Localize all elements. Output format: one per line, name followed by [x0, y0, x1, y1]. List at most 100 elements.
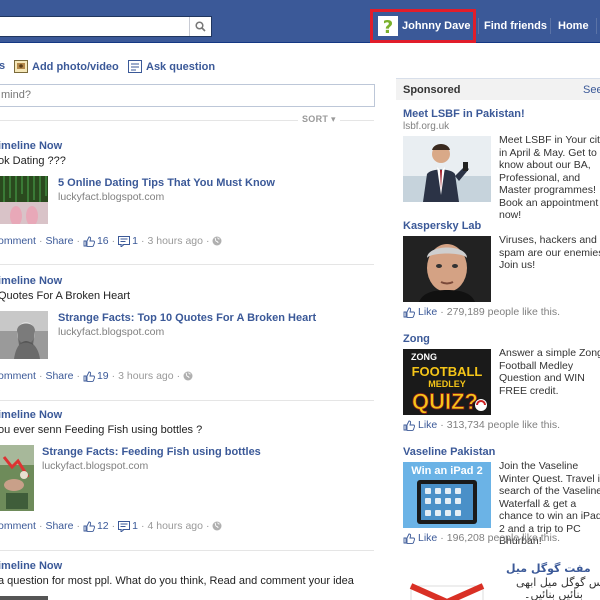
story-divider: [0, 264, 374, 265]
ask-question-tab[interactable]: Ask question: [128, 60, 215, 73]
find-friends-link[interactable]: Find friends: [484, 12, 547, 40]
comment-icon[interactable]: [118, 235, 131, 247]
story-link-title[interactable]: 5 Online Dating Tips That You Must Know: [58, 177, 275, 189]
football-text: FOOTBALL: [412, 364, 483, 379]
story-timestamp[interactable]: 4 hours ago: [148, 520, 203, 532]
ipad-promo-text: Win an iPad 2: [411, 465, 482, 477]
ad-image[interactable]: Win an iPad 2: [403, 462, 491, 528]
ask-question-label: Ask question: [146, 60, 216, 73]
ad-title[interactable]: Kaspersky Lab: [403, 220, 481, 232]
zong-logo-text: ZONG: [411, 352, 437, 362]
nav-divider: [550, 18, 551, 34]
status-placeholder: mind?: [1, 89, 31, 101]
comment-link[interactable]: omment: [0, 235, 36, 247]
story-link-title[interactable]: Strange Facts: Top 10 Quotes For A Broke…: [58, 312, 316, 324]
ad-like-link[interactable]: Like: [418, 306, 437, 318]
story-divider: [0, 550, 374, 551]
globe-icon: [212, 521, 222, 531]
globe-icon: [212, 236, 222, 246]
story-thumbnail[interactable]: [0, 176, 48, 224]
story-actions: omment · Share · 16 · 1 · 3 hours ago ·: [0, 235, 222, 247]
like-count[interactable]: 12: [97, 520, 109, 532]
story-timestamp[interactable]: 3 hours ago: [148, 235, 203, 247]
ad-image[interactable]: [403, 136, 491, 202]
medley-text: MEDLEY: [428, 379, 466, 389]
thumbs-up-icon[interactable]: [403, 533, 415, 544]
comment-count[interactable]: 1: [132, 520, 138, 532]
ad-like-row: Like · 279,189 people like this.: [403, 306, 560, 318]
search-button[interactable]: [189, 17, 211, 36]
thumbs-up-icon[interactable]: [403, 307, 415, 318]
status-tab[interactable]: s: [0, 60, 5, 72]
ad-image[interactable]: ZONG FOOTBALL MEDLEY QUIZ?: [403, 349, 491, 415]
sponsored-title: Sponsored: [403, 84, 461, 96]
ad-text: Meet LSBF in Your city in April & May. G…: [499, 134, 600, 221]
thumbs-up-icon[interactable]: [403, 420, 415, 431]
question-icon: [128, 60, 142, 73]
story-actions: omment · Share · 12 · 1 · 4 hours ago ·: [0, 520, 222, 532]
thumbs-up-icon[interactable]: [83, 371, 95, 382]
see-all-link[interactable]: See: [583, 84, 600, 96]
ad-text: Viruses, hackers and spam are our enemie…: [499, 234, 600, 271]
story-link-title[interactable]: Strange Facts: Feeding Fish using bottle…: [42, 446, 261, 458]
ad-title[interactable]: Zong: [403, 333, 430, 345]
sponsored-header: Sponsored See: [396, 78, 600, 100]
comment-icon[interactable]: [118, 520, 131, 532]
story-title[interactable]: imeline Now: [0, 275, 62, 287]
status-input[interactable]: mind?: [0, 84, 375, 107]
story-text: ok Dating ???: [0, 155, 66, 167]
photo-icon: [14, 60, 28, 73]
search-icon: [195, 21, 206, 32]
story-divider: [0, 400, 374, 401]
story-text: ou ever senn Feeding Fish using bottles …: [0, 424, 203, 436]
add-photo-label: Add photo/video: [32, 60, 119, 73]
ad-image[interactable]: [403, 236, 491, 302]
story-thumbnail[interactable]: [0, 311, 48, 359]
share-link[interactable]: Share: [45, 520, 73, 532]
story-link-domain: luckyfact.blogspot.com: [58, 326, 165, 338]
story-text: a question for most ppl. What do you thi…: [0, 575, 354, 587]
ad-like-count: 196,208 people like this.: [446, 532, 561, 544]
ad-title[interactable]: مفت گوگل میل: [506, 562, 591, 575]
ad-text-line: بنائیں بنائیں۔: [524, 588, 583, 600]
nav-divider: [478, 18, 479, 34]
thumbs-up-icon[interactable]: [83, 521, 95, 532]
nav-divider: [596, 18, 597, 34]
search-input[interactable]: [0, 16, 212, 37]
sort-label: SORT: [302, 114, 329, 124]
ad-like-link[interactable]: Like: [418, 532, 437, 544]
profile-highlight-box: [370, 9, 476, 43]
ad-text: Answer a simple Zong Football Medley Que…: [499, 347, 600, 397]
comment-count[interactable]: 1: [132, 235, 138, 247]
ad-like-link[interactable]: Like: [418, 419, 437, 431]
story-title[interactable]: imeline Now: [0, 560, 62, 572]
gmail-icon[interactable]: [403, 582, 491, 600]
home-link[interactable]: Home: [558, 12, 589, 40]
ad-domain: lsbf.org.uk: [403, 121, 450, 132]
story-link-domain: luckyfact.blogspot.com: [42, 460, 149, 472]
ad-title[interactable]: Vaseline Pakistan: [403, 446, 495, 458]
story-text: Quotes For A Broken Heart: [0, 290, 131, 302]
add-photo-tab[interactable]: Add photo/video: [14, 60, 119, 73]
share-link[interactable]: Share: [45, 235, 73, 247]
quiz-text: QUIZ?: [412, 389, 478, 414]
story-title[interactable]: imeline Now: [0, 409, 62, 421]
ad-like-count: 279,189 people like this.: [446, 306, 561, 318]
story-link-domain: luckyfact.blogspot.com: [58, 191, 165, 203]
thumbs-up-icon[interactable]: [83, 236, 95, 247]
story-thumbnail[interactable]: [0, 596, 48, 600]
top-bar: ? Johnny Dave Find friends Home: [0, 0, 600, 43]
comment-link[interactable]: omment: [0, 370, 36, 382]
story-timestamp[interactable]: 3 hours ago: [118, 370, 173, 382]
ad-title[interactable]: Meet LSBF in Pakistan!: [403, 108, 525, 120]
story-thumbnail[interactable]: [0, 445, 34, 511]
story-title[interactable]: imeline Now: [0, 140, 62, 152]
ad-like-count: 313,734 people like this.: [446, 419, 561, 431]
like-count[interactable]: 16: [97, 235, 109, 247]
sort-button[interactable]: SORT ▾: [298, 114, 340, 125]
share-link[interactable]: Share: [45, 370, 73, 382]
status-label: s: [0, 60, 6, 72]
like-count[interactable]: 19: [97, 370, 109, 382]
comment-link[interactable]: omment: [0, 520, 36, 532]
ad-like-row: Like · 313,734 people like this.: [403, 419, 560, 431]
